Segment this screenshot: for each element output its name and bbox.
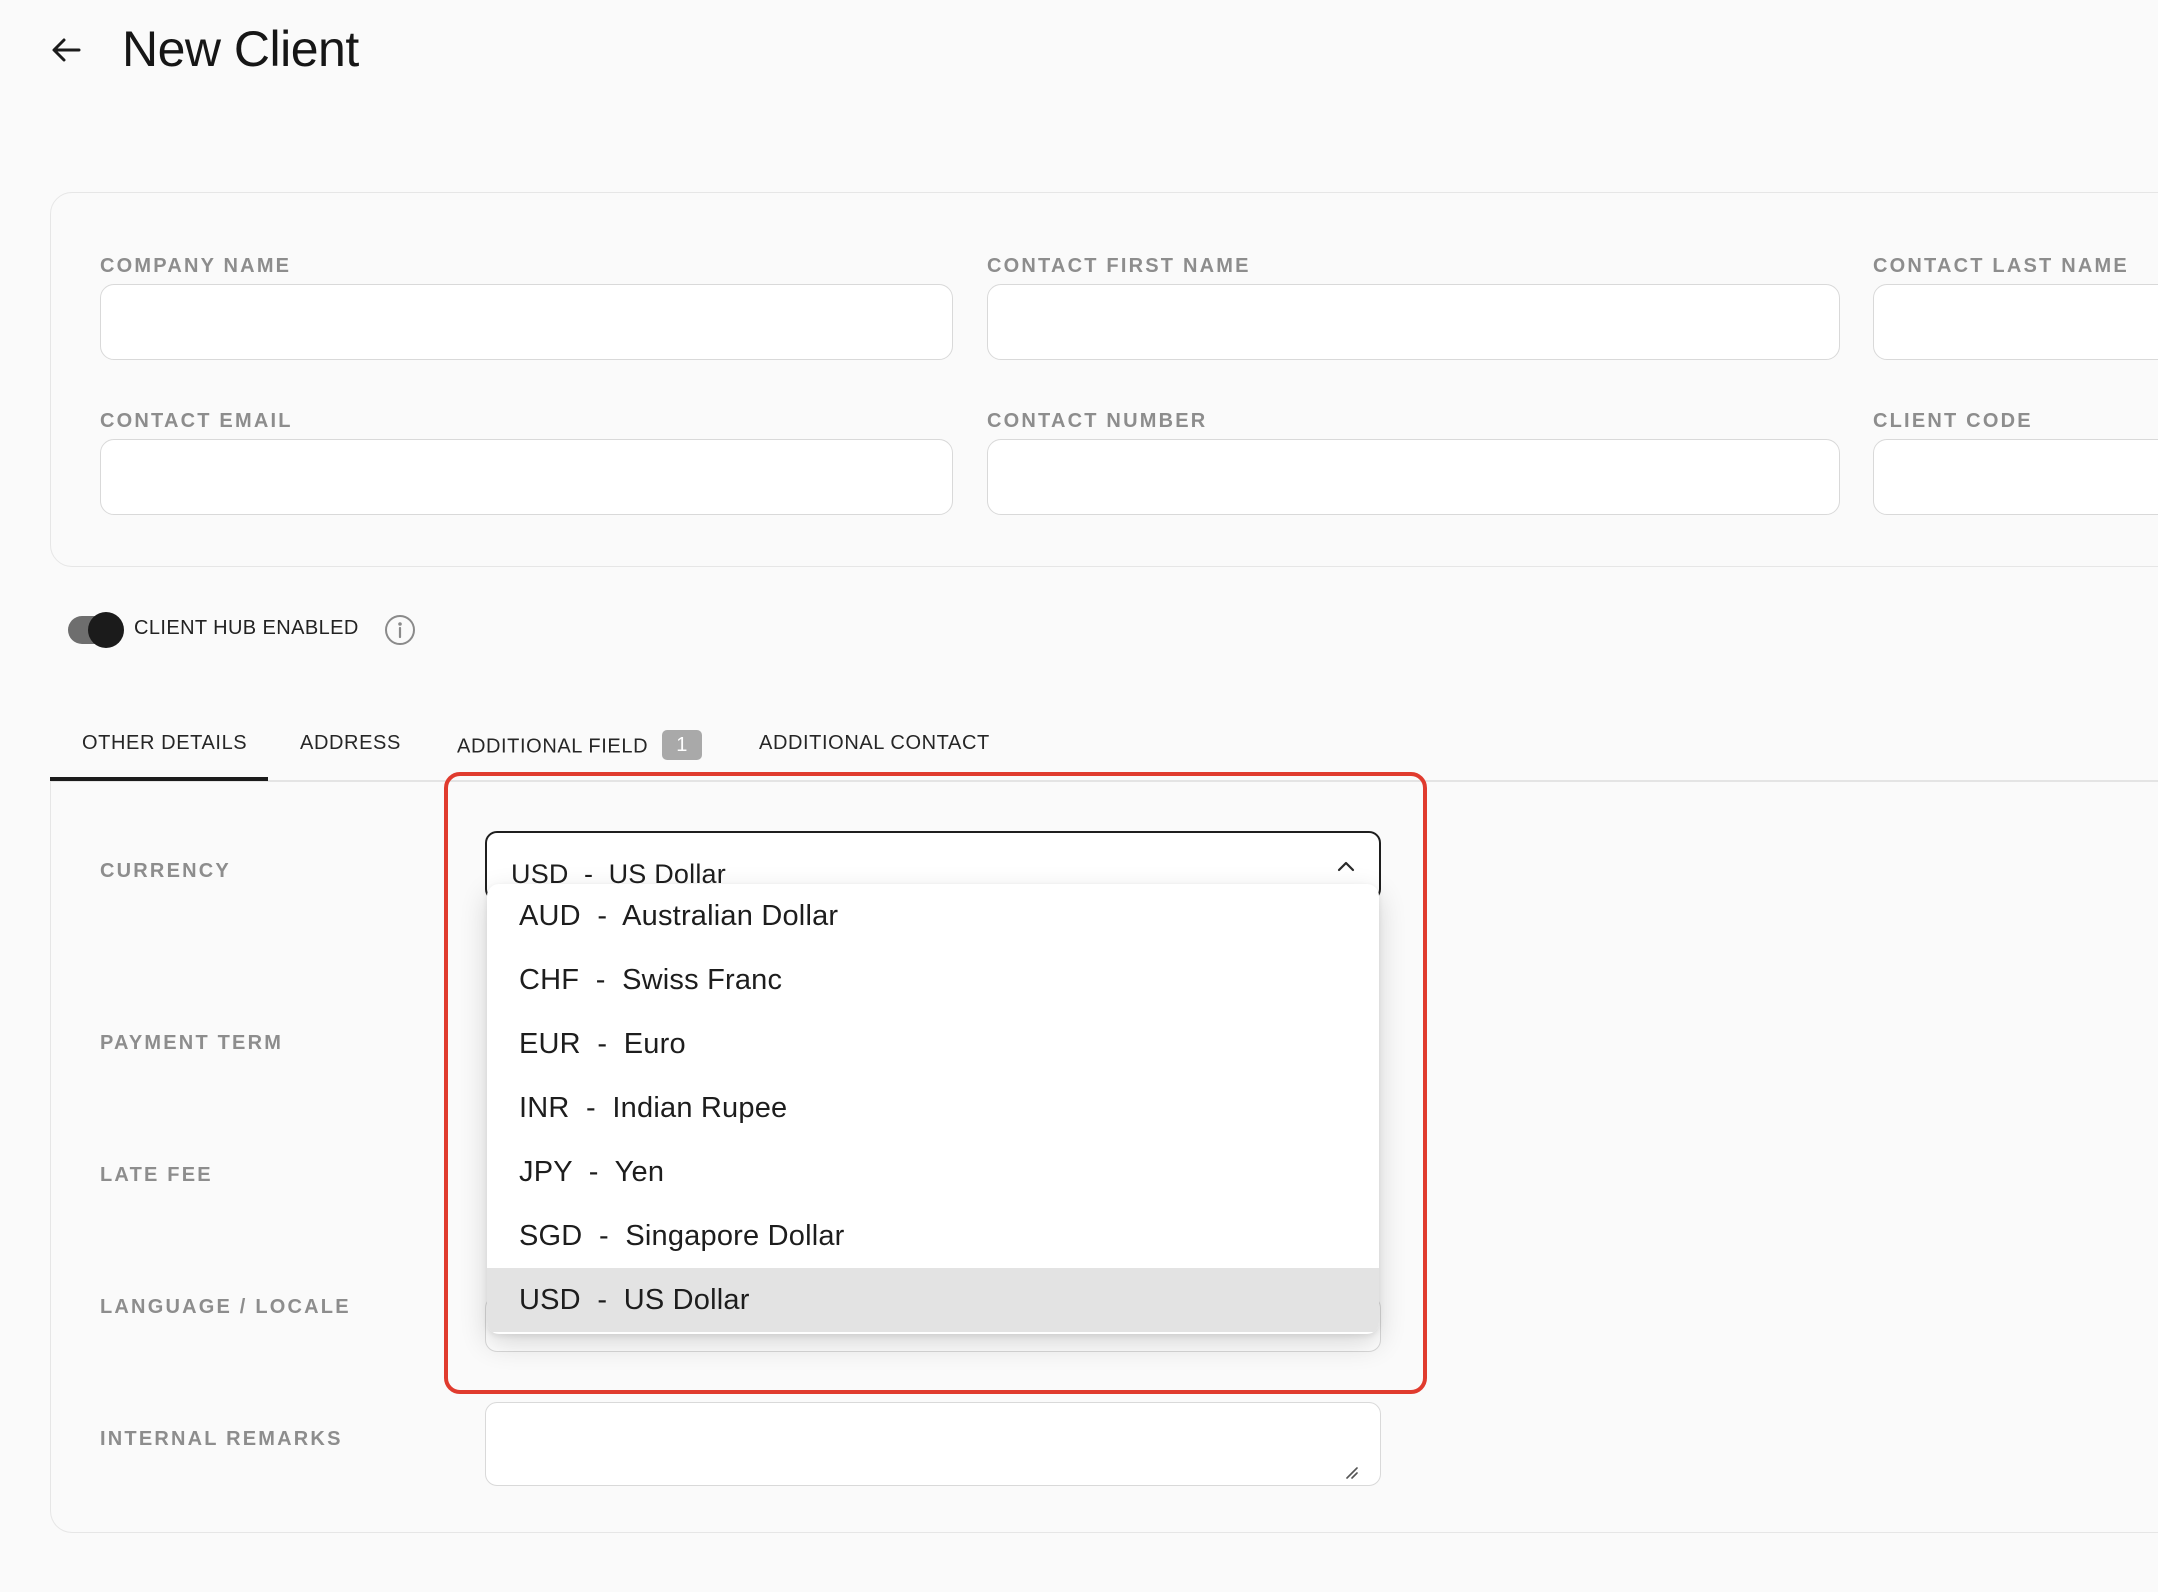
internal-remarks-textarea[interactable]: [485, 1402, 1381, 1486]
client-hub-toggle[interactable]: [68, 612, 124, 648]
currency-option-eur[interactable]: EUR - Euro: [487, 1012, 1379, 1076]
info-icon[interactable]: [384, 614, 416, 646]
client-code-input[interactable]: [1873, 439, 2158, 515]
currency-option-aud[interactable]: AUD - Australian Dollar: [487, 884, 1379, 948]
tab-additional-field-label: ADDITIONAL FIELD: [457, 735, 649, 758]
company-name-input[interactable]: [100, 284, 953, 360]
contact-last-name-input[interactable]: [1873, 284, 2158, 360]
back-button[interactable]: [46, 30, 86, 70]
contact-number-input[interactable]: [987, 439, 1840, 515]
client-code-label: CLIENT CODE: [1873, 410, 2033, 432]
currency-dropdown-menu: AUD - Australian Dollar CHF - Swiss Fran…: [487, 884, 1379, 1334]
additional-field-count-badge: 1: [662, 730, 703, 760]
currency-option-usd[interactable]: USD - US Dollar: [487, 1268, 1379, 1332]
currency-option-jpy[interactable]: JPY - Yen: [487, 1140, 1379, 1204]
tab-address[interactable]: ADDRESS: [300, 732, 401, 755]
late-fee-label: LATE FEE: [100, 1164, 213, 1186]
contact-first-name-input[interactable]: [987, 284, 1840, 360]
chevron-up-icon: [1337, 861, 1355, 872]
internal-remarks-label: INTERNAL REMARKS: [100, 1428, 343, 1450]
arrow-left-icon: [52, 38, 81, 62]
tab-other-details[interactable]: OTHER DETAILS: [82, 732, 247, 755]
page-title: New Client: [122, 21, 359, 77]
toggle-knob: [88, 612, 124, 648]
contact-first-name-label: CONTACT FIRST NAME: [987, 255, 1251, 277]
resize-grip-icon[interactable]: [1342, 1463, 1358, 1479]
active-tab-indicator: [50, 777, 268, 781]
contact-last-name-label: CONTACT LAST NAME: [1873, 255, 2129, 277]
tab-additional-contact[interactable]: ADDITIONAL CONTACT: [759, 732, 990, 755]
language-locale-label: LANGUAGE / LOCALE: [100, 1296, 351, 1318]
contact-email-label: CONTACT EMAIL: [100, 410, 293, 432]
company-name-label: COMPANY NAME: [100, 255, 292, 277]
payment-term-label: PAYMENT TERM: [100, 1032, 284, 1054]
currency-option-chf[interactable]: CHF - Swiss Franc: [487, 948, 1379, 1012]
currency-option-inr[interactable]: INR - Indian Rupee: [487, 1076, 1379, 1140]
client-hub-label: CLIENT HUB ENABLED: [134, 617, 359, 639]
currency-label: CURRENCY: [100, 860, 231, 882]
tab-additional-field[interactable]: ADDITIONAL FIELD 1: [457, 730, 703, 762]
contact-number-label: CONTACT NUMBER: [987, 410, 1208, 432]
currency-option-sgd[interactable]: SGD - Singapore Dollar: [487, 1204, 1379, 1268]
contact-email-input[interactable]: [100, 439, 953, 515]
